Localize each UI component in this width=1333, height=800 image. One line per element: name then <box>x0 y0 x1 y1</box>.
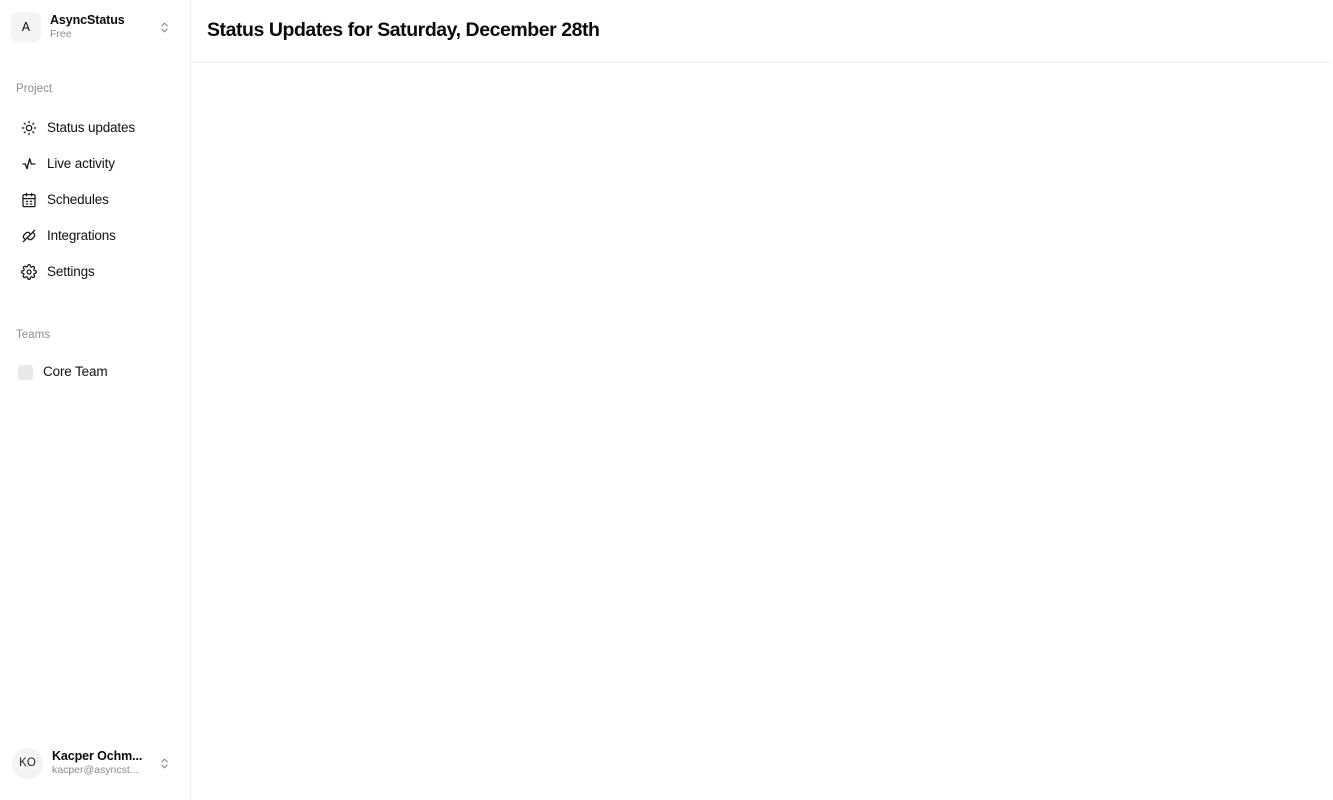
sun-icon <box>20 119 37 136</box>
gear-icon <box>20 263 37 280</box>
workspace-switcher[interactable]: A AsyncStatus Free <box>0 0 190 53</box>
project-section-label: Project <box>16 83 53 95</box>
main-content: Status Updates for Saturday, December 28… <box>191 0 1333 800</box>
plug-icon <box>20 227 37 244</box>
team-avatar <box>18 364 33 380</box>
chevron-up-down-icon[interactable] <box>156 19 172 35</box>
teams-section: Teams Core Team <box>0 328 190 389</box>
user-email: kacper@asyncst... <box>52 764 139 777</box>
main-header: Status Updates for Saturday, December 28… <box>191 0 1330 63</box>
status-updates-empty-area <box>191 63 1333 800</box>
team-item-label: Core Team <box>43 364 108 380</box>
user-meta: Kacper Ochm... kacper@asyncst... <box>52 749 147 777</box>
workspace-name: AsyncStatus <box>50 13 125 28</box>
project-section: Project Status updates Live activity Sch… <box>0 83 190 290</box>
sidebar-item-schedules[interactable]: Schedules <box>6 182 184 218</box>
sidebar-item-status-updates[interactable]: Status updates <box>6 110 184 146</box>
project-nav-list: Status updates Live activity Schedules I… <box>0 110 190 290</box>
page-title: Status Updates for Saturday, December 28… <box>207 19 600 42</box>
teams-list: Core Team <box>0 356 190 388</box>
sidebar-item-label: Settings <box>47 263 95 279</box>
sidebar-item-settings[interactable]: Settings <box>6 254 184 290</box>
sidebar: A AsyncStatus Free Project Status update… <box>0 0 191 800</box>
sidebar-item-integrations[interactable]: Integrations <box>6 218 184 254</box>
app-root: A AsyncStatus Free Project Status update… <box>0 0 1333 800</box>
sidebar-item-label: Schedules <box>47 191 109 207</box>
user-profile-switcher[interactable]: KO Kacper Ochm... kacper@asyncst... <box>0 736 190 790</box>
teams-section-label: Teams <box>16 328 51 341</box>
sidebar-item-label: Live activity <box>47 155 115 171</box>
sidebar-item-live-activity[interactable]: Live activity <box>6 146 184 182</box>
workspace-meta: AsyncStatus Free <box>50 13 147 41</box>
user-name: Kacper Ochm... <box>52 749 143 764</box>
calendar-icon <box>20 191 37 208</box>
chevron-up-down-icon[interactable] <box>156 755 172 771</box>
sidebar-item-label: Status updates <box>47 119 135 135</box>
workspace-plan: Free <box>50 28 72 41</box>
activity-pulse-icon <box>20 155 37 172</box>
avatar: KO <box>12 747 43 779</box>
sidebar-item-label: Integrations <box>47 227 116 243</box>
workspace-avatar: A <box>11 12 41 42</box>
sidebar-item-core-team[interactable]: Core Team <box>6 356 184 388</box>
